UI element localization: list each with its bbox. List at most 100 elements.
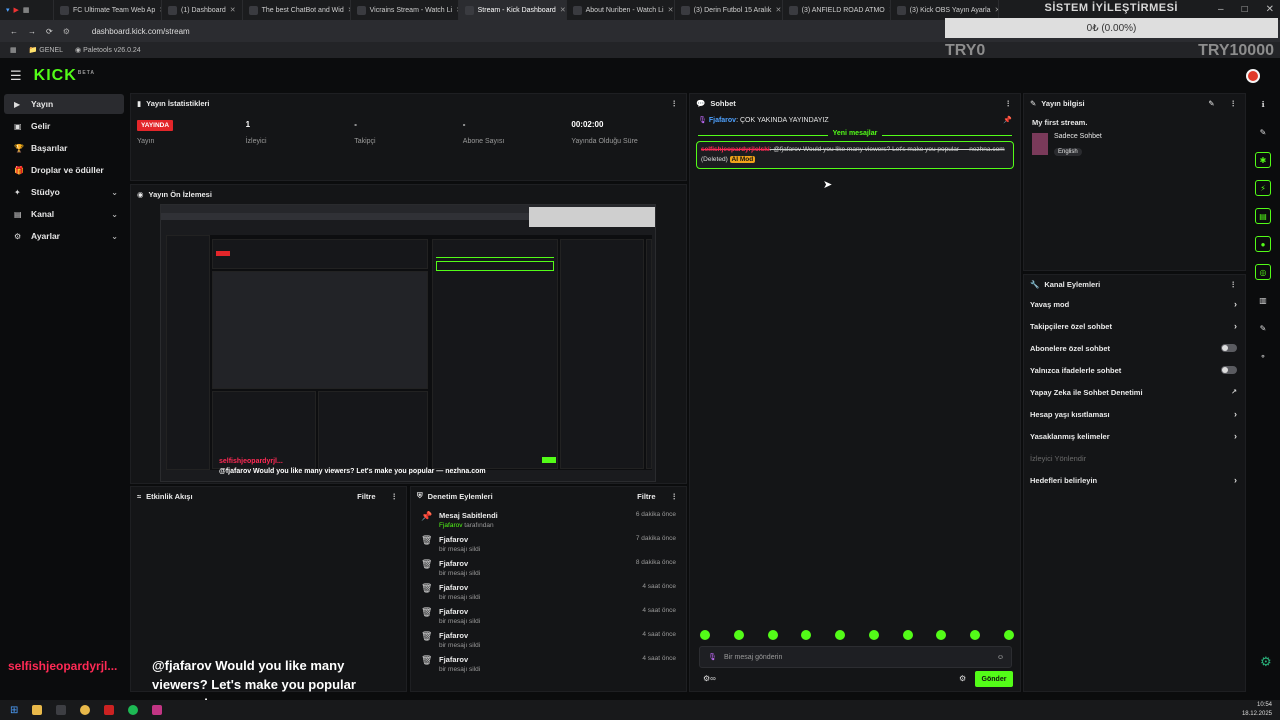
pin-icon[interactable]: 📌	[1003, 116, 1012, 124]
sidebar-item[interactable]: ⚙ Ayarlar ⌄	[4, 226, 124, 246]
send-button[interactable]: Gönder	[975, 671, 1013, 687]
forward-icon[interactable]: →	[28, 27, 36, 36]
sidebar-item[interactable]: 🎁 Droplar ve ödüller	[4, 160, 124, 180]
server-icon[interactable]: ▥	[1255, 292, 1271, 308]
folder-icon[interactable]	[32, 705, 43, 715]
browser-tab[interactable]: (3) ANFIELD ROAD ATMO✕	[783, 0, 891, 20]
tab-label: (3) ANFIELD ROAD ATMO	[801, 6, 885, 14]
emote-icon[interactable]	[902, 630, 913, 640]
channel-action[interactable]: Hedefleri belirleyin ›	[1024, 469, 1245, 491]
instagram-icon[interactable]	[152, 705, 163, 715]
menu-icon[interactable]: ☰	[10, 68, 22, 84]
toggle-switch[interactable]	[1221, 344, 1237, 352]
channel-action[interactable]: Yalnızca ifadelerle sohbet	[1024, 359, 1245, 381]
browser-tab[interactable]: Vicrains Stream - Watch Li✕	[351, 0, 459, 20]
back-icon[interactable]: ←	[10, 27, 18, 36]
close-tab-icon[interactable]: ✕	[995, 6, 998, 14]
emote-icon[interactable]	[970, 630, 981, 640]
sidebar-item-label: Ayarlar	[31, 231, 60, 241]
channel-action[interactable]: Yavaş mod ›	[1024, 293, 1245, 315]
more-icon[interactable]: ⋮	[671, 492, 679, 501]
toggle-switch[interactable]	[1221, 366, 1237, 374]
channel-action[interactable]: Yapay Zeka ile Sohbet Denetimi ↗	[1024, 381, 1245, 403]
pencil-icon[interactable]: ✎	[1255, 124, 1271, 140]
spotify-icon[interactable]	[128, 705, 139, 715]
shield-icon: ⛨	[417, 491, 423, 500]
emote-icon[interactable]	[1003, 630, 1014, 640]
chrome-icon[interactable]	[80, 705, 91, 715]
chat-settings-icon[interactable]: ⚙	[959, 674, 966, 683]
stat-label: İzleyici	[245, 138, 267, 145]
channel-action[interactable]: Abonelere özel sohbet	[1024, 337, 1245, 359]
sidebar-item[interactable]: ▶ Yayın	[4, 94, 124, 114]
emote-icon[interactable]	[936, 630, 947, 640]
more-icon[interactable]: ⋮	[391, 492, 399, 501]
kick-header: ☰ KICKBETA	[0, 60, 1280, 92]
chat-bubble-icon[interactable]: ●	[1255, 236, 1271, 252]
emoji-icon[interactable]: ☺	[997, 654, 1004, 661]
filter-button[interactable]: Filtre	[637, 492, 655, 501]
channel-action[interactable]: Hesap yaşı kısıtlaması ›	[1024, 403, 1245, 425]
kick-logo[interactable]: KICKBETA	[34, 67, 95, 85]
app-red-icon[interactable]	[104, 705, 115, 715]
bookmark-genel[interactable]: 📁 GENEL	[29, 46, 63, 54]
close-tab-icon[interactable]: ✕	[230, 6, 236, 14]
emote-icon[interactable]	[801, 630, 812, 640]
browser-tab[interactable]: (3) Derin Futbol 15 Aralık ✕	[675, 0, 783, 20]
more-icon[interactable]: ⋮	[1005, 99, 1013, 108]
emote-icon[interactable]	[835, 630, 846, 640]
filter-button[interactable]: Filtre	[357, 492, 375, 501]
browser-menu[interactable]: ▾ ▶ ▦	[0, 0, 54, 20]
bolt-icon[interactable]: ⚡	[1255, 180, 1271, 196]
emote-icon[interactable]	[868, 630, 879, 640]
settings-gear-icon[interactable]: ⚙	[1260, 654, 1272, 670]
panel-title: Sohbet	[710, 98, 736, 108]
deleted-message[interactable]: selfishjeopardyrjlolski: @fjafarov Would…	[696, 141, 1014, 169]
browser-tab[interactable]: (1) Dashboard ✕	[162, 0, 243, 20]
emote-icon[interactable]	[733, 630, 744, 640]
close-tab-icon[interactable]: ✕	[560, 6, 566, 14]
tool-icon[interactable]: ✎	[1255, 320, 1271, 336]
reload-icon[interactable]: ⟳	[46, 27, 53, 36]
deleted-user[interactable]: selfishjeopardyrjlolski	[701, 146, 770, 153]
chat-tools-icon[interactable]: ⚙∞	[703, 674, 716, 683]
emote-icon[interactable]	[700, 630, 710, 640]
site-info-icon[interactable]: ⚙	[63, 27, 70, 36]
browser-tab[interactable]: About Nuriben - Watch Li ✕	[567, 0, 675, 20]
bookmark-paletools[interactable]: ◉ Paletools v26.0.24	[75, 46, 141, 54]
sidebar-item[interactable]: 🏆 Başarılar	[4, 138, 124, 158]
more-icon[interactable]: ⋮	[671, 99, 679, 108]
broadcast-icon[interactable]: ◎	[1255, 264, 1271, 280]
mic-icon: 🎙	[698, 117, 707, 124]
bug-icon[interactable]: ✱	[1255, 152, 1271, 168]
channel-action[interactable]: Yasaklanmış kelimeler ›	[1024, 425, 1245, 447]
emote-icon[interactable]	[767, 630, 778, 640]
sidebar-item[interactable]: ▤ Kanal ⌄	[4, 204, 124, 224]
url-field[interactable]: dashboard.kick.com/stream	[92, 27, 190, 36]
sidebar-item[interactable]: ▣ Gelir	[4, 116, 124, 136]
pinned-message[interactable]: 🎙 Fjafarov: ÇOK YAKINDA YAYINDAYIZ 📌	[690, 112, 1020, 128]
chat-input[interactable]: 🎙 Bir mesaj gönderin ☺	[699, 646, 1012, 668]
channel-action[interactable]: Takipçilere özel sohbet ›	[1024, 315, 1245, 337]
more-icon[interactable]: ⋮	[1230, 280, 1238, 289]
info-icon[interactable]: ℹ	[1255, 96, 1271, 112]
share-icon[interactable]: ⚬	[1255, 348, 1271, 364]
note-icon[interactable]: ▤	[1255, 208, 1271, 224]
browser-tab[interactable]: Stream - Kick Dashboard ✕	[458, 0, 567, 20]
store-icon[interactable]	[56, 705, 67, 715]
user-avatar[interactable]	[1246, 69, 1260, 83]
close-tab-icon[interactable]: ✕	[668, 6, 674, 14]
browser-tab[interactable]: The best ChatBot and Wid✕	[243, 0, 351, 20]
channel-action-label: İzleyici Yönlendir	[1030, 453, 1087, 463]
moderation-user[interactable]: Fjafarov	[439, 522, 462, 529]
apps-icon[interactable]: ▦	[10, 46, 17, 54]
start-icon[interactable]: ⊞	[10, 705, 18, 716]
edit-icon[interactable]: ✎	[1208, 99, 1214, 108]
pinned-user[interactable]: Fjafarov	[709, 117, 736, 124]
close-tab-icon[interactable]: ✕	[775, 6, 781, 14]
channel-action-label: Abonelere özel sohbet	[1030, 343, 1111, 353]
stream-preview-video[interactable]: selfishjeopardyrjl... @fjafarov Would yo…	[160, 204, 656, 482]
sidebar-item[interactable]: ✦ Stüdyo ⌄	[4, 182, 124, 202]
more-icon[interactable]: ⋮	[1230, 99, 1238, 108]
browser-tab[interactable]: FC Ultimate Team Web Ap✕	[54, 0, 162, 20]
